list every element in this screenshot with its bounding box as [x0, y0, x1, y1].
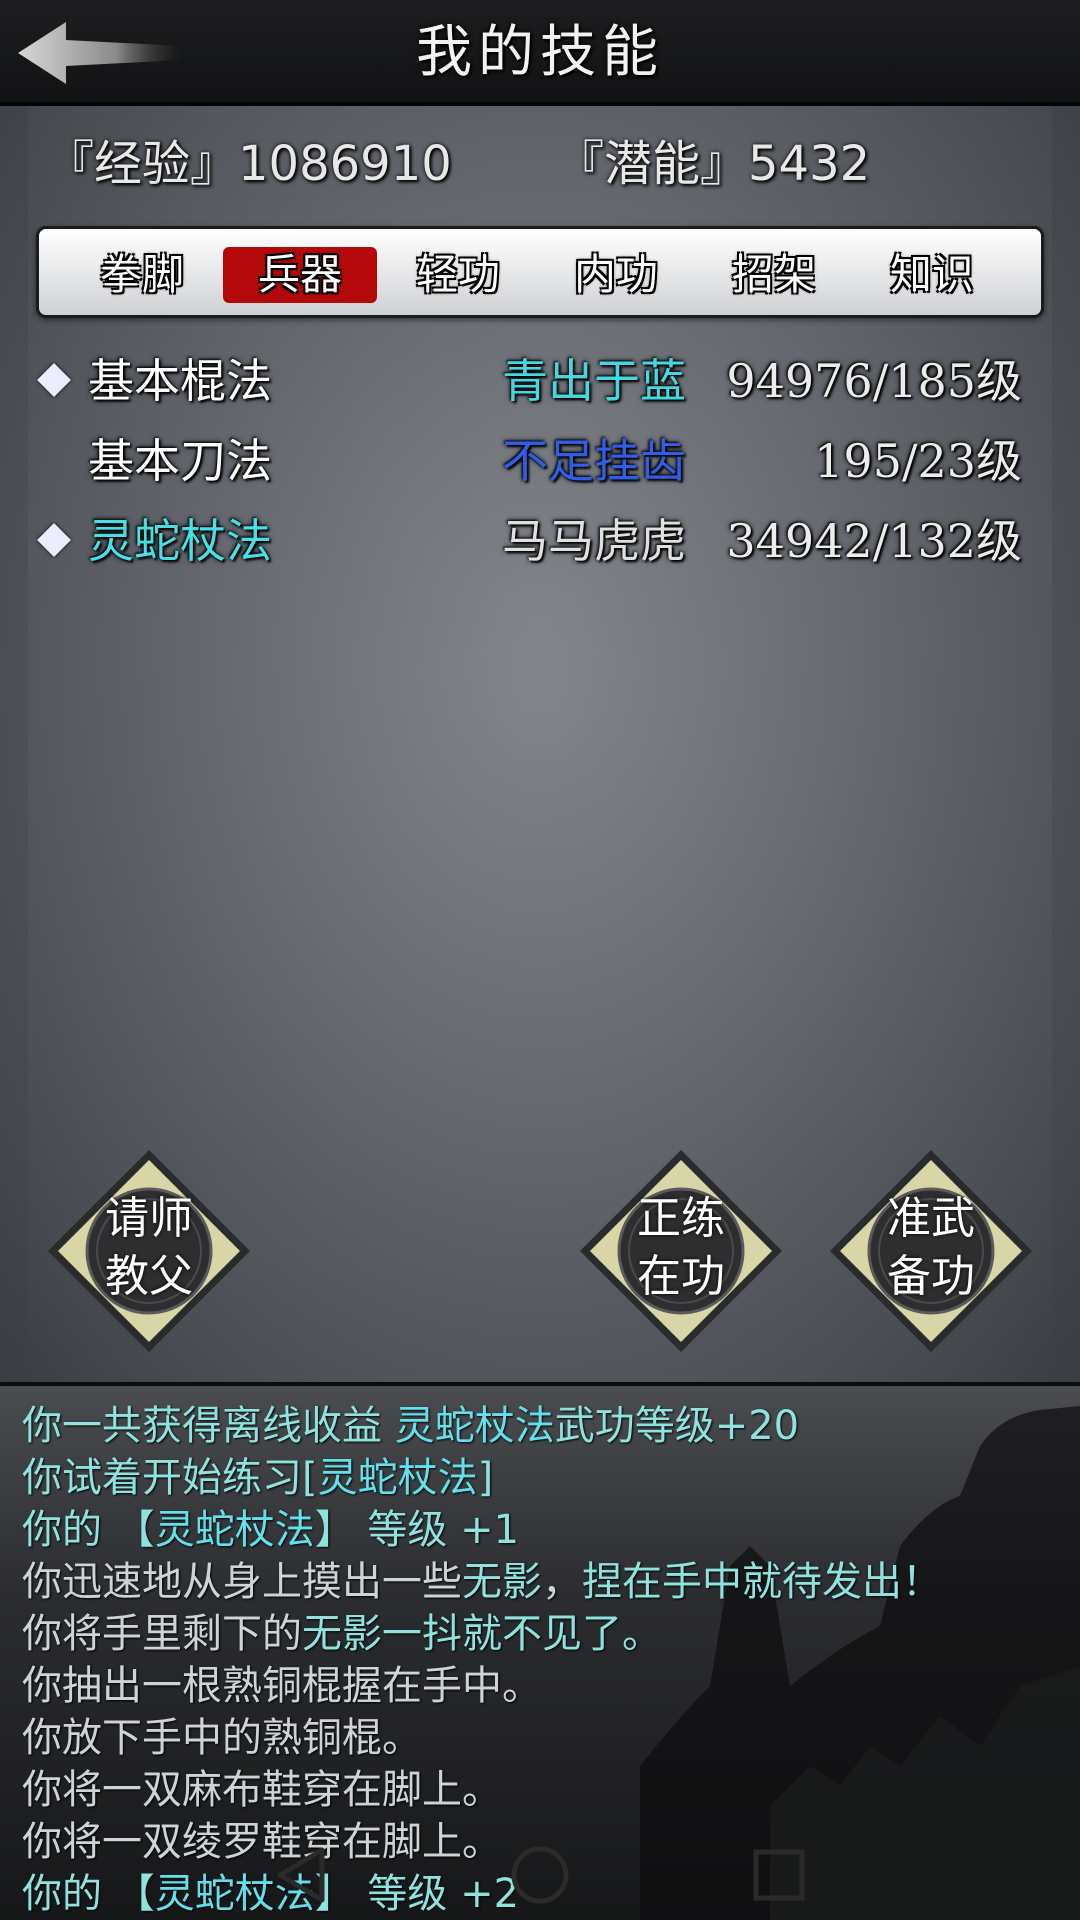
log-segment: 无影 — [462, 1559, 542, 1605]
skill-row[interactable]: 灵蛇杖法 马马虎虎 34942/132级 — [0, 506, 1080, 576]
tab-weapon[interactable]: 兵器 — [223, 247, 377, 303]
prepare-skill-label: 准武 备功 — [887, 1193, 975, 1302]
nav-recent-icon — [753, 1849, 805, 1901]
log-line: 你迅速地从身上摸出一些无影，捏在手中就待发出！ — [22, 1556, 1072, 1608]
skill-row[interactable]: 基本棍法 青出于蓝 94976/185级 — [0, 346, 1080, 416]
ask-teacher-button[interactable]: 请师 教父 — [44, 1146, 254, 1356]
log-line: 你一共获得离线收益 灵蛇杖法武功等级+20 — [22, 1400, 1072, 1452]
nav-home-button[interactable] — [500, 1840, 580, 1910]
prepare-skill-button[interactable]: 准武 备功 — [826, 1146, 1036, 1356]
back-button[interactable] — [14, 18, 184, 88]
tab-inner[interactable]: 内功 — [539, 247, 693, 303]
skill-grade: 青出于蓝 — [502, 354, 686, 408]
skill-category-tabs: 拳脚 兵器 轻功 内功 招架 知识 — [36, 226, 1044, 318]
log-segment: 】 等级 +1 — [314, 1507, 520, 1553]
log-segment: 无影 — [302, 1611, 382, 1657]
log-segment: 捏在手中就待发出！ — [582, 1559, 942, 1605]
nav-recent-button[interactable] — [740, 1840, 820, 1910]
potential-stat: 『潜能』5432 — [556, 136, 871, 192]
log-segment: 你的 【 — [22, 1507, 155, 1553]
skills-screen: 我的技能 『经验』1086910 『潜能』5432 拳脚 兵器 轻功 内功 招架… — [0, 0, 1080, 1920]
skill-level: 94976/185级 — [726, 354, 1022, 408]
log-line: 你将一双麻布鞋穿在脚上。 — [22, 1764, 1072, 1816]
skill-name: 基本棍法 — [88, 354, 272, 408]
tab-parry[interactable]: 招架 — [697, 247, 851, 303]
skill-level: 195/23级 — [814, 434, 1022, 488]
nav-home-icon — [511, 1846, 569, 1904]
system-nav-bar — [0, 1830, 1080, 1920]
skill-name: 基本刀法 — [88, 434, 272, 488]
log-segment: 你将一双麻布鞋穿在脚上。 — [22, 1767, 502, 1813]
log-segment: 灵蛇杖法 — [154, 1507, 315, 1553]
log-segment: 武功等级+20 — [554, 1403, 800, 1449]
tab-lightness[interactable]: 轻功 — [381, 247, 535, 303]
skill-grade: 马马虎虎 — [502, 514, 686, 568]
back-arrow-icon — [18, 22, 182, 84]
log-segment: ， — [542, 1559, 582, 1605]
log-segment: 灵蛇杖法 — [317, 1455, 478, 1501]
log-line: 你将手里剩下的无影一抖就不见了。 — [22, 1608, 1072, 1660]
skill-level: 34942/132级 — [726, 514, 1022, 568]
log-segment: 灵蛇杖法 — [394, 1403, 555, 1449]
main-panel: 『经验』1086910 『潜能』5432 拳脚 兵器 轻功 内功 招架 知识 基… — [0, 106, 1080, 1382]
stats-bar: 『经验』1086910 『潜能』5432 — [0, 124, 1080, 194]
log-line: 你放下手中的熟铜棍。 — [22, 1712, 1072, 1764]
equipped-diamond-icon — [37, 363, 71, 397]
ask-teacher-label: 请师 教父 — [105, 1193, 193, 1302]
practice-button[interactable]: 正练 在功 — [576, 1146, 786, 1356]
log-line: 你的 【灵蛇杖法】 等级 +1 — [22, 1504, 1072, 1556]
tab-fist[interactable]: 拳脚 — [65, 247, 219, 303]
log-line: 你试着开始练习[灵蛇杖法] — [22, 1452, 1072, 1504]
log-segment: 你放下手中的熟铜棍。 — [22, 1715, 422, 1761]
log-segment: ] — [477, 1455, 494, 1501]
equipped-diamond-icon — [37, 523, 71, 557]
skill-name: 灵蛇杖法 — [88, 514, 272, 568]
nav-back-button[interactable] — [262, 1840, 342, 1910]
skill-row[interactable]: 基本刀法 不足挂齿 195/23级 — [0, 426, 1080, 496]
log-line: 你抽出一根熟铜棍握在手中。 — [22, 1660, 1072, 1712]
log-segment: 你将手里剩下的 — [22, 1611, 302, 1657]
header-bar: 我的技能 — [0, 0, 1080, 106]
skill-grade: 不足挂齿 — [502, 434, 686, 488]
experience-stat: 『经验』1086910 — [46, 136, 452, 192]
log-segment: 你抽出一根熟铜棍握在手中。 — [22, 1663, 542, 1709]
practice-label: 正练 在功 — [637, 1193, 725, 1302]
log-segment: 你一共获得离线收益 — [22, 1403, 395, 1449]
tab-knowledge[interactable]: 知识 — [855, 247, 1009, 303]
log-segment: 你试着开始练习[ — [22, 1455, 318, 1501]
log-segment: 你迅速地从身上摸出一些 — [22, 1559, 462, 1605]
log-segment: 一抖就不见了。 — [382, 1611, 662, 1657]
nav-back-icon — [277, 1847, 325, 1903]
